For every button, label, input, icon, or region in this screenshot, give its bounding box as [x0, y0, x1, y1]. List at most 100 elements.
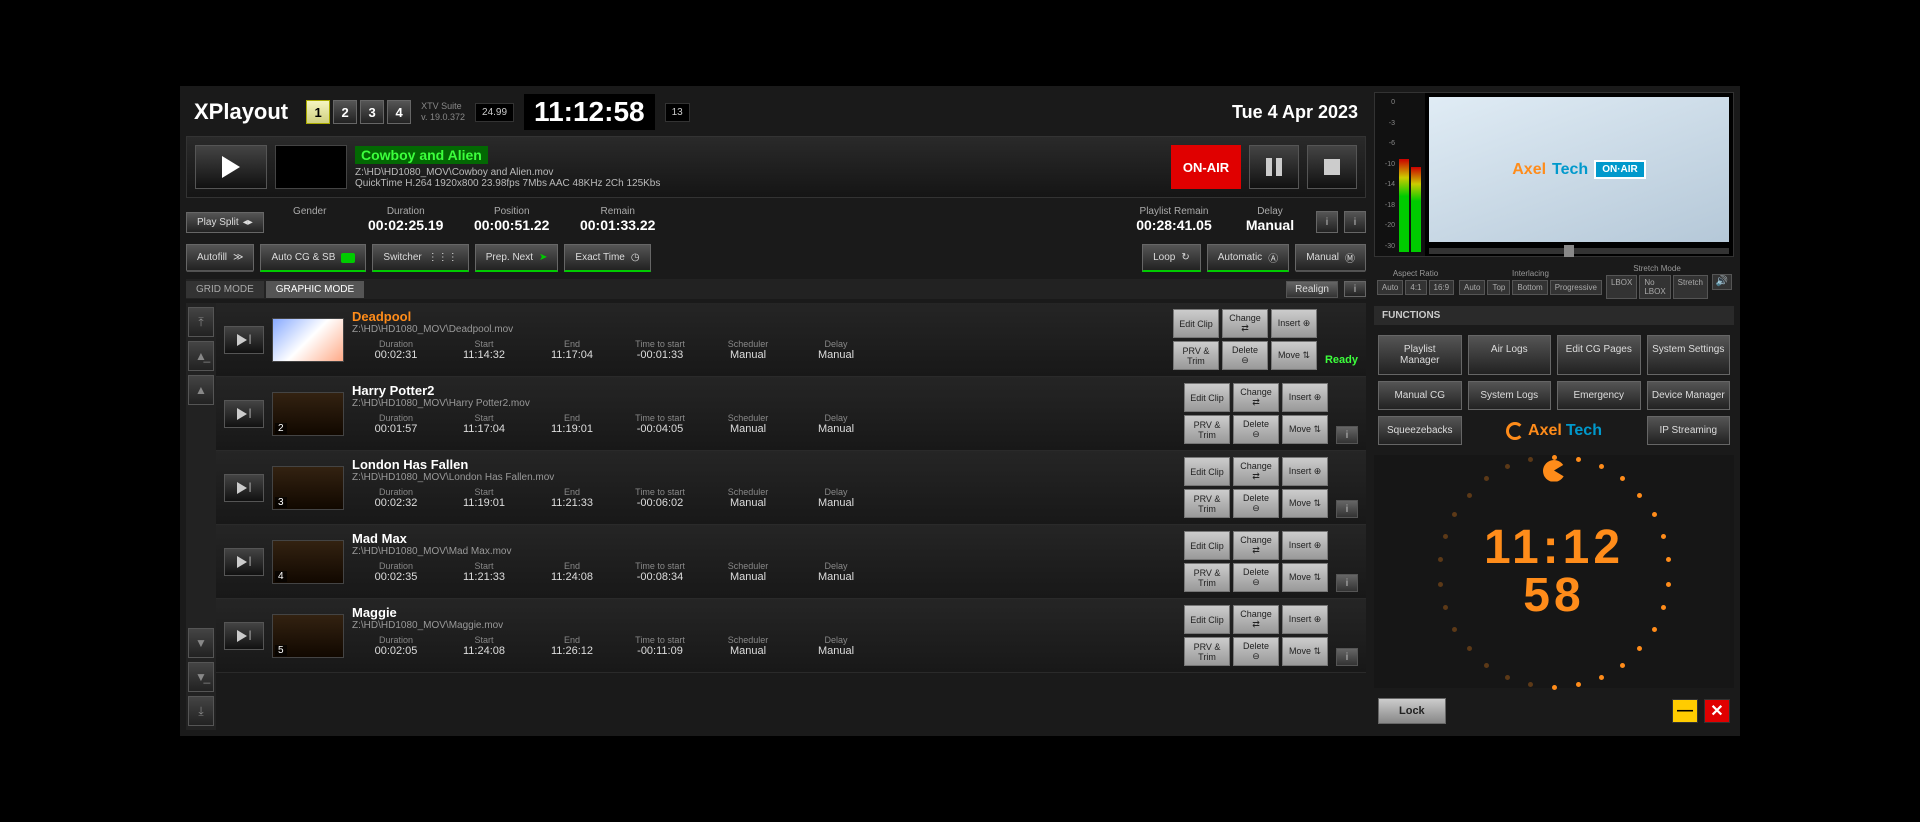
preview-scrubber[interactable] — [1429, 248, 1729, 254]
tab-grid[interactable]: GRID MODE — [186, 281, 264, 298]
interlacing-option-auto[interactable]: Auto — [1459, 280, 1485, 295]
realign-button[interactable]: Realign — [1286, 281, 1338, 298]
stretch-option-stretch[interactable]: Stretch — [1673, 275, 1708, 299]
delete-button[interactable]: Delete ⊖ — [1233, 637, 1279, 666]
prv-trim-button[interactable]: PRV & Trim — [1173, 341, 1219, 370]
prv-trim-button[interactable]: PRV & Trim — [1184, 637, 1230, 666]
function-playlist-manager[interactable]: Playlist Manager — [1378, 335, 1462, 375]
item-info-button[interactable]: i — [1336, 500, 1358, 518]
scroll-down-button[interactable]: ▼ — [188, 628, 214, 658]
options-bar: Autofill≫ Auto CG & SB Switcher⋮⋮⋮ Prep.… — [186, 241, 1366, 275]
change-button[interactable]: Change ⇄ — [1233, 605, 1279, 634]
manual-button[interactable]: ManualⓂ — [1295, 244, 1366, 272]
insert-button[interactable]: Insert ⊕ — [1282, 383, 1328, 412]
edit-clip-button[interactable]: Edit Clip — [1184, 383, 1230, 412]
scroll-pageup-button[interactable]: ▲̲ — [188, 341, 214, 371]
move-button[interactable]: Move ⇅ — [1282, 637, 1328, 666]
item-info-button[interactable]: i — [1336, 574, 1358, 592]
aspect-option-auto[interactable]: Auto — [1377, 280, 1403, 295]
info-btn-2[interactable]: i — [1344, 211, 1366, 233]
channel-button-2[interactable]: 2 — [333, 100, 357, 124]
scroll-pagedown-button[interactable]: ▼̲ — [188, 662, 214, 692]
move-button[interactable]: Move ⇅ — [1282, 563, 1328, 592]
sound-button[interactable]: 🔊 — [1712, 274, 1732, 290]
edit-clip-button[interactable]: Edit Clip — [1184, 457, 1230, 486]
function-emergency[interactable]: Emergency — [1557, 381, 1641, 410]
interlacing-option-bottom[interactable]: Bottom — [1512, 280, 1547, 295]
play-icon — [237, 482, 247, 494]
function-system-logs[interactable]: System Logs — [1468, 381, 1552, 410]
channel-button-4[interactable]: 4 — [387, 100, 411, 124]
stretch-option-lbox[interactable]: LBOX — [1606, 275, 1637, 299]
play-split-button[interactable]: Play Split ◂▸ — [186, 212, 264, 233]
playlist-play-button[interactable]: | — [224, 622, 264, 650]
now-playing-path: Z:\HD\HD1080_MOV\Cowboy and Alien.mov — [355, 167, 1163, 178]
stop-button[interactable] — [1307, 145, 1357, 189]
change-button[interactable]: Change ⇄ — [1233, 531, 1279, 560]
scroll-top-button[interactable]: ⤒ — [188, 307, 214, 337]
function-edit-cg-pages[interactable]: Edit CG Pages — [1557, 335, 1641, 375]
stretch-option-nolbox[interactable]: No LBOX — [1639, 275, 1670, 299]
onair-button[interactable]: ON-AIR — [1171, 145, 1241, 189]
tab-graphic[interactable]: GRAPHIC MODE — [266, 281, 364, 298]
insert-button[interactable]: Insert ⊕ — [1282, 605, 1328, 634]
change-button[interactable]: Change ⇄ — [1222, 309, 1268, 338]
aspect-option-41[interactable]: 4:1 — [1405, 280, 1426, 295]
playlist-title: Mad Max — [352, 531, 1176, 546]
edit-clip-button[interactable]: Edit Clip — [1184, 605, 1230, 634]
tabs-info-button[interactable]: i — [1344, 281, 1366, 297]
loop-button[interactable]: Loop↻ — [1142, 244, 1201, 272]
insert-button[interactable]: Insert ⊕ — [1271, 309, 1317, 338]
prv-trim-button[interactable]: PRV & Trim — [1184, 489, 1230, 518]
insert-button[interactable]: Insert ⊕ — [1282, 531, 1328, 560]
edit-clip-button[interactable]: Edit Clip — [1184, 531, 1230, 560]
pause-icon — [1266, 158, 1282, 176]
function-system-settings[interactable]: System Settings — [1647, 335, 1731, 375]
edit-clip-button[interactable]: Edit Clip — [1173, 309, 1219, 338]
delete-button[interactable]: Delete ⊖ — [1222, 341, 1268, 370]
interlacing-option-progressive[interactable]: Progressive — [1550, 280, 1602, 295]
switcher-button[interactable]: Switcher⋮⋮⋮ — [372, 244, 468, 272]
channel-button-3[interactable]: 3 — [360, 100, 384, 124]
delete-button[interactable]: Delete ⊖ — [1233, 563, 1279, 592]
item-info-button[interactable]: i — [1336, 648, 1358, 666]
automatic-button[interactable]: AutomaticⒶ — [1207, 244, 1289, 272]
info-btn-1[interactable]: i — [1316, 211, 1338, 233]
move-button[interactable]: Move ⇅ — [1282, 415, 1328, 444]
playlist-play-button[interactable]: | — [224, 548, 264, 576]
exacttime-button[interactable]: Exact Time◷ — [564, 244, 650, 272]
close-button[interactable]: ✕ — [1704, 699, 1730, 723]
autocg-button[interactable]: Auto CG & SB — [260, 244, 366, 272]
function-air-logs[interactable]: Air Logs — [1468, 335, 1552, 375]
delete-button[interactable]: Delete ⊖ — [1233, 489, 1279, 518]
prv-trim-button[interactable]: PRV & Trim — [1184, 563, 1230, 592]
play-button[interactable] — [195, 145, 267, 189]
delete-button[interactable]: Delete ⊖ — [1233, 415, 1279, 444]
insert-button[interactable]: Insert ⊕ — [1282, 457, 1328, 486]
playlist-play-button[interactable]: | — [224, 326, 264, 354]
change-button[interactable]: Change ⇄ — [1233, 383, 1279, 412]
move-button[interactable]: Move ⇅ — [1282, 489, 1328, 518]
function-ip-streaming[interactable]: IP Streaming — [1647, 416, 1731, 445]
scroll-bottom-button[interactable]: ⤓ — [188, 696, 214, 726]
channel-button-1[interactable]: 1 — [306, 100, 330, 124]
function-device-manager[interactable]: Device Manager — [1647, 381, 1731, 410]
aspect-option-169[interactable]: 16:9 — [1429, 280, 1455, 295]
scroll-up-button[interactable]: ▲ — [188, 375, 214, 405]
playlist-play-button[interactable]: | — [224, 400, 264, 428]
item-info-button[interactable]: i — [1336, 426, 1358, 444]
function-manual-cg[interactable]: Manual CG — [1378, 381, 1462, 410]
playlist-item: |3London Has FallenZ:\HD\HD1080_MOV\Lond… — [216, 451, 1366, 525]
change-button[interactable]: Change ⇄ — [1233, 457, 1279, 486]
interlacing-option-top[interactable]: Top — [1487, 280, 1510, 295]
minimize-button[interactable]: — — [1672, 699, 1698, 723]
position-value: 00:00:51.22 — [462, 217, 562, 233]
autofill-button[interactable]: Autofill≫ — [186, 244, 254, 272]
lock-button[interactable]: Lock — [1378, 698, 1446, 724]
prv-trim-button[interactable]: PRV & Trim — [1184, 415, 1230, 444]
pause-button[interactable] — [1249, 145, 1299, 189]
playlist-play-button[interactable]: | — [224, 474, 264, 502]
function-squeezebacks[interactable]: Squeezebacks — [1378, 416, 1462, 445]
move-button[interactable]: Move ⇅ — [1271, 341, 1317, 370]
prepnext-button[interactable]: Prep. Next➤ — [475, 244, 559, 272]
